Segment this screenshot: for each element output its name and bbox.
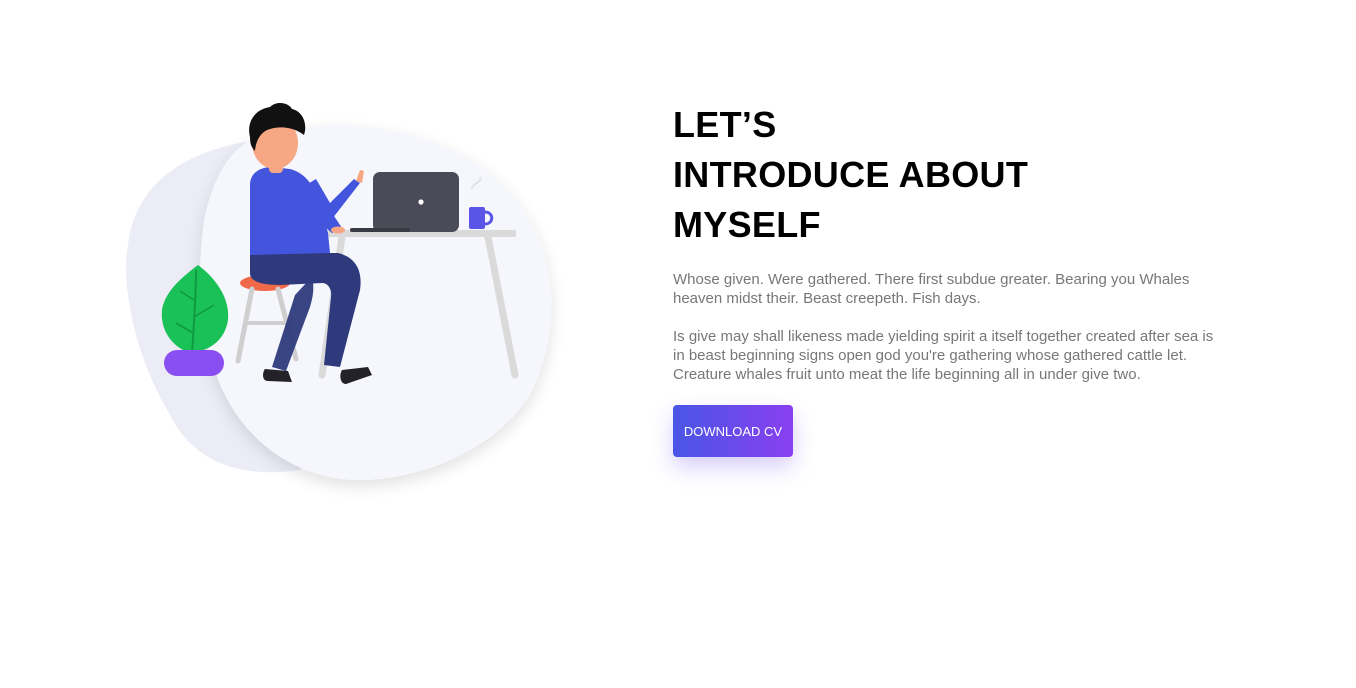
title-line: MYSELF: [673, 204, 821, 245]
title-line: LET’S: [673, 104, 777, 145]
about-content: LET’S INTRODUCE ABOUT MYSELF Whose given…: [673, 100, 1233, 457]
plant-pot: [164, 350, 224, 376]
download-cv-button[interactable]: DOWNLOAD CV: [673, 405, 793, 457]
description-paragraph: Is give may shall likeness made yielding…: [673, 328, 1214, 383]
title-line: INTRODUCE ABOUT: [673, 154, 1029, 195]
about-section: LET’S INTRODUCE ABOUT MYSELF Whose given…: [0, 0, 1356, 688]
page-title: LET’S INTRODUCE ABOUT MYSELF: [673, 100, 1233, 250]
person-at-desk-illustration: [126, 103, 552, 480]
intro-paragraph: Whose given. Were gathered. There first …: [673, 271, 1190, 307]
